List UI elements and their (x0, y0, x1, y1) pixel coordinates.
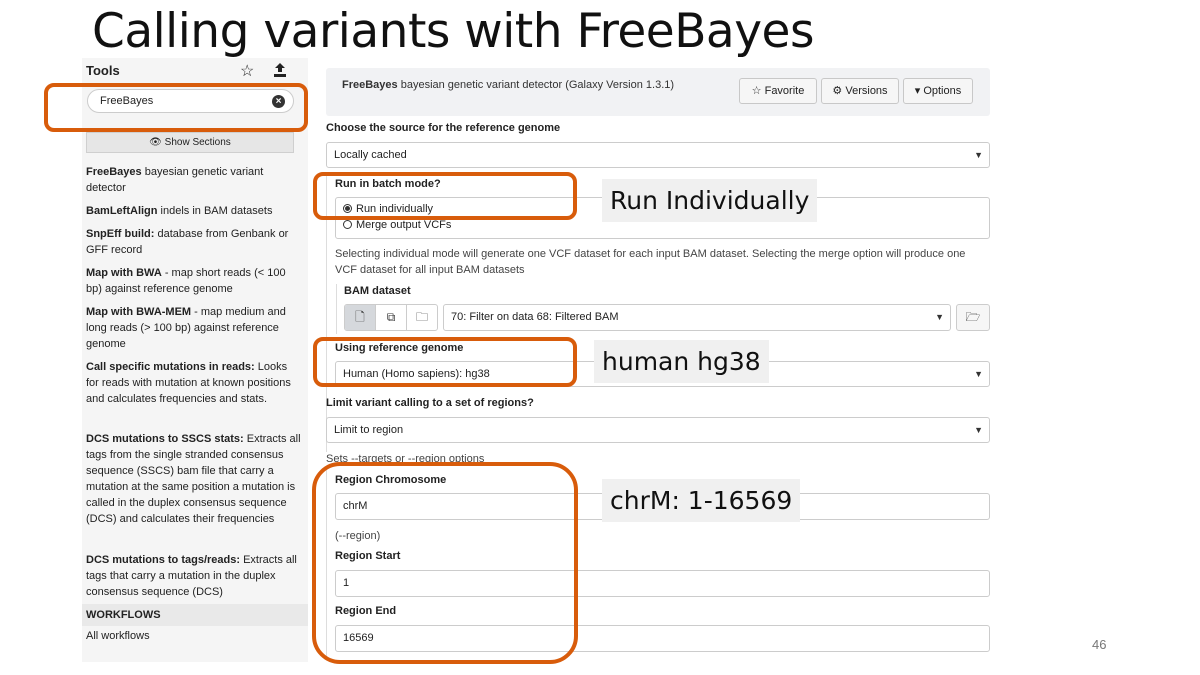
tool-item-map-with-bwa[interactable]: Map with BWA - map short reads (< 100 bp… (86, 265, 301, 297)
tool-item-map-with-bwa-mem[interactable]: Map with BWA-MEM - map medium and long r… (86, 304, 301, 352)
caret-down-icon: ▼ (974, 369, 983, 379)
tool-item-call-specific-mutations[interactable]: Call specific mutations in reads: Looks … (86, 359, 301, 407)
caret-down-icon: ▼ (974, 150, 983, 160)
single-file-icon[interactable]: 🗋 (345, 305, 376, 330)
cubes-icon: ⚙ (832, 85, 843, 97)
tool-item-dcs-to-tags[interactable]: DCS mutations to tags/reads: Extracts al… (86, 552, 301, 600)
workflows-header: WORKFLOWS (82, 604, 308, 626)
star-icon: ☆ (751, 85, 762, 97)
upload-icon[interactable] (272, 62, 288, 83)
limit-regions-label: Limit variant calling to a set of region… (326, 397, 534, 409)
star-icon[interactable]: ☆ (240, 61, 254, 81)
tool-item-freebayes[interactable]: FreeBayes bayesian genetic variant detec… (86, 164, 301, 196)
tool-item-dcs-to-sscs[interactable]: DCS mutations to SSCS stats: Extracts al… (86, 431, 301, 527)
batch-mode-callout: Run Individually (602, 179, 818, 222)
ref-source-select[interactable]: Locally cached ▼ (326, 142, 990, 168)
eye-icon: 👁 (149, 137, 162, 148)
caret-down-icon: ▾ (914, 85, 921, 97)
multiple-files-icon[interactable]: ⧉ (376, 305, 407, 330)
caret-down-icon: ▼ (935, 312, 944, 322)
tool-heading: FreeBayes bayesian genetic variant detec… (342, 79, 675, 91)
bam-dataset-label: BAM dataset (344, 285, 411, 297)
page-number: 46 (1092, 637, 1107, 652)
caret-down-icon: ▼ (974, 425, 983, 435)
ref-genome-callout: human hg38 (594, 340, 769, 383)
tool-item-bamleftalign[interactable]: BamLeftAlign indels in BAM datasets (86, 203, 301, 219)
limit-regions-select[interactable]: Limit to region ▼ (326, 417, 990, 443)
folder-open-icon: 🗁 (965, 310, 981, 324)
region-highlight (312, 462, 578, 664)
search-highlight (44, 83, 308, 132)
slide-title: Calling variants with FreeBayes (92, 4, 814, 59)
batch-mode-help: Selecting individual mode will generate … (335, 248, 966, 276)
all-workflows-link[interactable]: All workflows (86, 630, 150, 642)
options-button[interactable]: ▾ Options (903, 78, 973, 104)
versions-button[interactable]: ⚙ Versions (821, 78, 899, 104)
region-callout: chrM: 1-16569 (602, 479, 801, 522)
ref-source-label: Choose the source for the reference geno… (326, 122, 561, 134)
folder-icon[interactable]: 🗀 (407, 305, 437, 330)
favorite-button[interactable]: ☆ Favorite (739, 78, 817, 104)
tool-panel-title: Tools (86, 63, 120, 78)
bam-dataset-select[interactable]: 70: Filter on data 68: Filtered BAM ▼ (443, 304, 951, 331)
ref-genome-highlight (313, 337, 577, 387)
tool-item-snpeff-build[interactable]: SnpEff build: database from Genbank or G… (86, 226, 301, 258)
browse-folder-button[interactable]: 🗁 (956, 304, 990, 331)
merge-output-radio[interactable]: Merge output VCFs (343, 219, 451, 231)
batch-mode-highlight (313, 172, 577, 220)
bam-border (336, 284, 337, 334)
show-sections-button[interactable]: 👁 Show Sections (86, 132, 294, 153)
dataset-type-selector[interactable]: 🗋 ⧉ 🗀 (344, 304, 438, 331)
